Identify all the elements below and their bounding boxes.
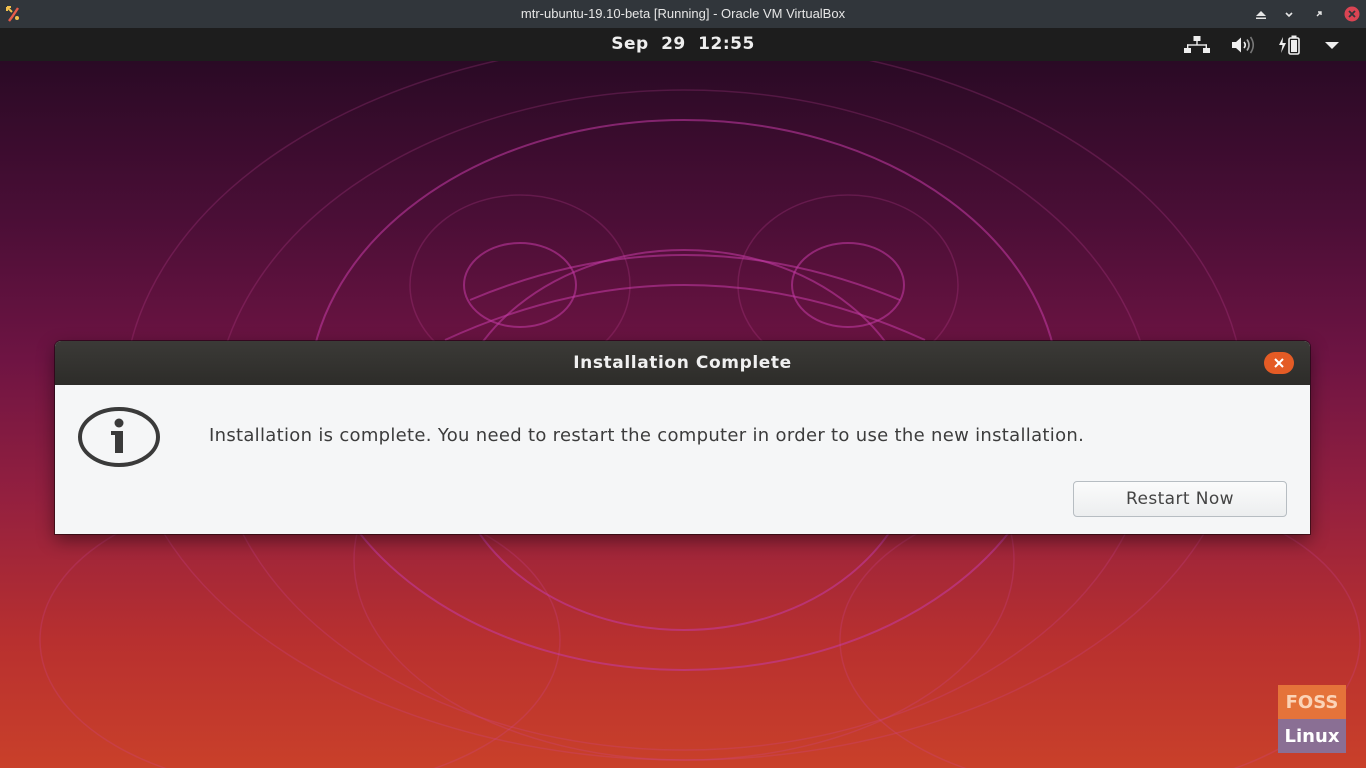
window-title: mtr-ubuntu-19.10-beta [Running] - Oracle… xyxy=(520,6,846,21)
watermark-foss: FOSS xyxy=(1278,685,1346,719)
virtualbox-titlebar: mtr-ubuntu-19.10-beta [Running] - Oracle… xyxy=(0,0,1366,28)
clock[interactable]: Sep 29 12:55 xyxy=(0,34,1366,54)
dialog-header: Installation Complete xyxy=(55,341,1310,385)
top-panel: Sep 29 12:55 xyxy=(0,28,1366,61)
info-icon xyxy=(77,405,161,469)
system-menu-arrow-icon[interactable] xyxy=(1320,34,1344,56)
foss-linux-watermark: FOSS Linux xyxy=(1278,685,1346,753)
keep-above-icon[interactable] xyxy=(1252,5,1270,23)
close-icon[interactable] xyxy=(1343,5,1361,23)
installation-complete-dialog: Installation Complete Installation is co… xyxy=(55,341,1310,534)
restart-now-button[interactable]: Restart Now xyxy=(1073,481,1287,517)
close-icon[interactable] xyxy=(1264,352,1294,374)
volume-icon[interactable] xyxy=(1230,34,1258,56)
network-wired-icon[interactable] xyxy=(1182,34,1212,56)
restore-icon[interactable] xyxy=(1310,5,1328,23)
minimize-icon[interactable] xyxy=(1280,5,1298,23)
watermark-linux: Linux xyxy=(1278,719,1346,753)
battery-charging-icon[interactable] xyxy=(1277,34,1307,56)
dialog-title: Installation Complete xyxy=(573,353,792,373)
dialog-message: Installation is complete. You need to re… xyxy=(209,425,1085,446)
